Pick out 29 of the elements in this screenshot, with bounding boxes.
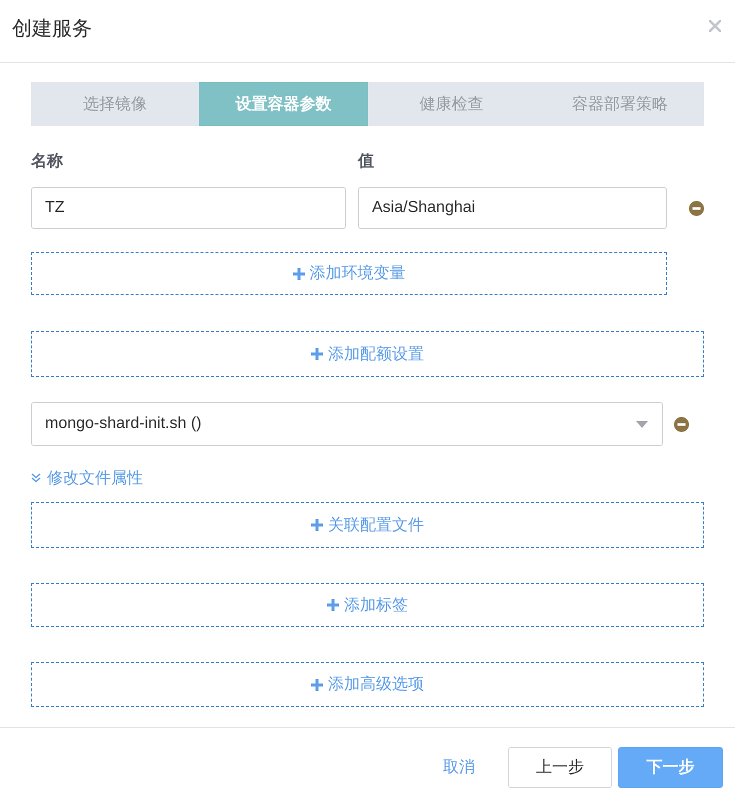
add-env-button[interactable]: 添加环境变量 bbox=[31, 252, 667, 295]
plus-icon bbox=[311, 348, 323, 360]
double-chevron-icon bbox=[31, 473, 41, 483]
add-label-button[interactable]: 添加标签 bbox=[31, 583, 704, 627]
value-input[interactable]: Asia/Shanghai bbox=[358, 187, 667, 229]
step-tab[interactable]: 健康检查 bbox=[368, 82, 536, 126]
column-label: 值 bbox=[358, 152, 375, 172]
plus-icon bbox=[311, 519, 323, 531]
add-quota-button[interactable]: 添加配额设置 bbox=[31, 331, 704, 377]
caret-icon bbox=[636, 420, 648, 428]
file-select[interactable]: mongo-shard-init.sh () bbox=[31, 402, 663, 446]
step-tab[interactable]: 设置容器参数 bbox=[199, 82, 368, 126]
select-value: mongo-shard-init.sh () bbox=[45, 415, 202, 433]
plus-icon bbox=[311, 678, 323, 690]
remove-icon[interactable] bbox=[674, 416, 689, 432]
dialog-title: 创建服务 bbox=[12, 17, 92, 42]
file-attributes-link[interactable]: 修改文件属性 bbox=[31, 468, 143, 488]
plus-icon bbox=[327, 599, 339, 611]
name-input[interactable]: TZ bbox=[31, 187, 346, 229]
cancel-button[interactable]: 取消 bbox=[443, 747, 475, 788]
next-button[interactable]: 下一步 bbox=[618, 747, 723, 788]
link-config-button[interactable]: 关联配置文件 bbox=[31, 502, 704, 548]
add-advanced-button[interactable]: 添加高级选项 bbox=[31, 662, 704, 707]
remove-icon[interactable] bbox=[689, 200, 704, 216]
plus-icon bbox=[292, 268, 304, 280]
previous-button[interactable]: 上一步 bbox=[508, 747, 612, 788]
step-tab[interactable]: 选择镜像 bbox=[31, 82, 200, 126]
step-tab[interactable]: 容器部署策略 bbox=[536, 82, 704, 126]
column-label: 名称 bbox=[31, 152, 64, 172]
